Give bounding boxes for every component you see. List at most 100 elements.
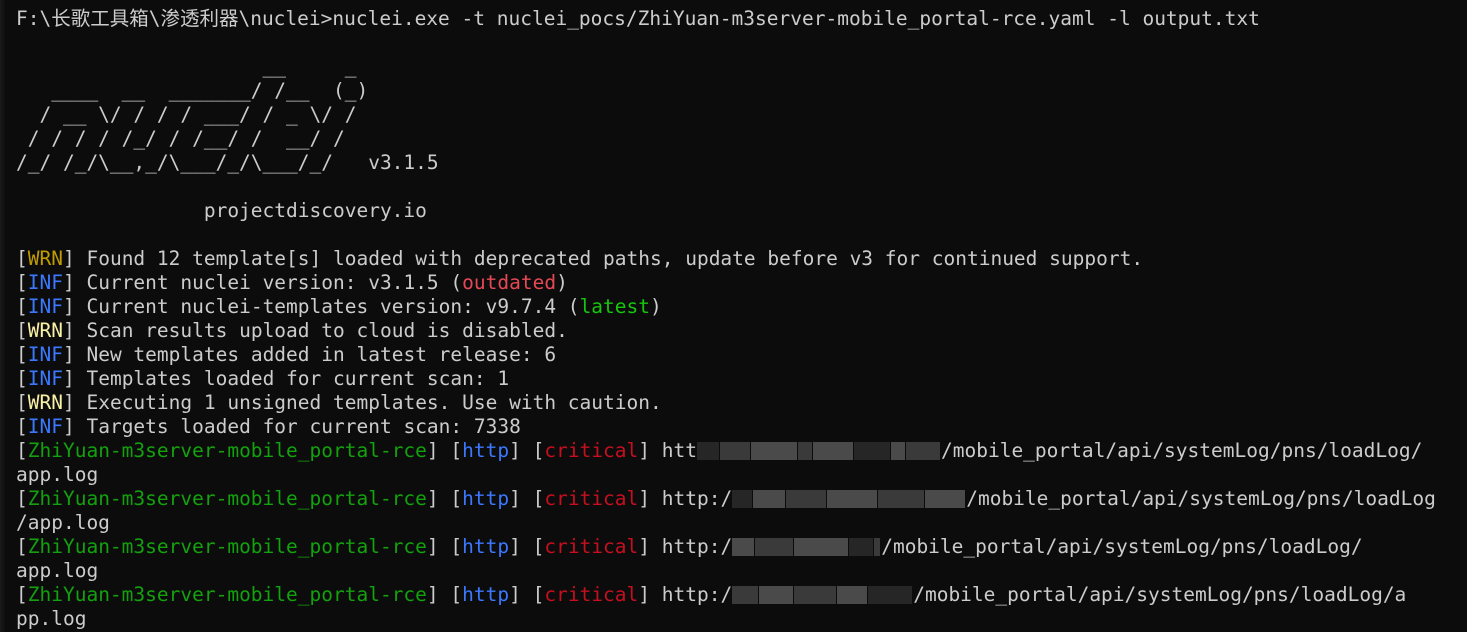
url-wrap: /app.log bbox=[16, 511, 110, 534]
result-line-wrap: app.log bbox=[16, 463, 1467, 487]
bracket-open: [ bbox=[16, 367, 28, 390]
redaction-block bbox=[849, 538, 874, 556]
log-message: New templates added in latest release: 6 bbox=[86, 343, 557, 366]
version-status-tag: outdated bbox=[462, 271, 557, 294]
log-message: Current nuclei version: v3.1.5 ( bbox=[86, 271, 463, 294]
banner-site: projectdiscovery.io bbox=[16, 199, 427, 222]
bracket-open: [ bbox=[16, 247, 28, 270]
log-suffix: ) bbox=[650, 295, 662, 318]
bracket-close: ] bbox=[62, 391, 87, 414]
log-message: Targets loaded for current scan: 7338 bbox=[86, 415, 521, 438]
bracket-open: [ bbox=[16, 535, 28, 558]
redaction-block bbox=[794, 586, 837, 604]
severity-tag: critical bbox=[544, 535, 639, 558]
result-line-wrap: pp.log bbox=[16, 607, 1467, 631]
command-line: F:\长歌工具箱\渗透利器\nuclei>nuclei.exe -t nucle… bbox=[16, 7, 1467, 31]
redaction-block bbox=[697, 442, 719, 460]
bracket: ] [ bbox=[509, 583, 545, 606]
redaction-block bbox=[906, 442, 940, 460]
redaction-block bbox=[732, 586, 759, 604]
redacted-host bbox=[732, 583, 913, 607]
bracket-close: ] bbox=[62, 247, 87, 270]
log-level: INF bbox=[27, 367, 63, 390]
log-line: [INF] New templates added in latest rele… bbox=[16, 343, 1467, 367]
bracket-open: [ bbox=[16, 487, 28, 510]
log-line: [INF] Current nuclei version: v3.1.5 (ou… bbox=[16, 271, 1467, 295]
log-message: Executing 1 unsigned templates. Use with… bbox=[86, 391, 662, 414]
bracket-open: [ bbox=[16, 343, 28, 366]
bracket-close: ] bbox=[638, 487, 662, 510]
url-wrap: app.log bbox=[16, 463, 99, 486]
background-window-edge bbox=[0, 0, 6, 632]
url-path: /mobile_portal/api/systemLog/pns/loadLog bbox=[966, 487, 1436, 510]
bracket-open: [ bbox=[16, 439, 28, 462]
url-wrap: pp.log bbox=[16, 607, 87, 630]
bracket: ] [ bbox=[426, 487, 463, 510]
template-id: ZhiYuan-m3server-mobile_portal-rce bbox=[27, 535, 427, 558]
protocol-tag: http bbox=[462, 583, 510, 606]
log-level: INF bbox=[27, 343, 63, 366]
bracket-open: [ bbox=[16, 319, 28, 342]
url-wrap: app.log bbox=[16, 559, 99, 582]
prompt: F:\长歌工具箱\渗透利器\nuclei> bbox=[16, 7, 333, 30]
bracket-close: ] bbox=[62, 343, 87, 366]
url-path: /mobile_portal/api/systemLog/pns/loadLog… bbox=[881, 535, 1363, 558]
bracket-open: [ bbox=[16, 415, 28, 438]
log-level: WRN bbox=[27, 247, 63, 270]
log-line: [WRN] Scan results upload to cloud is di… bbox=[16, 319, 1467, 343]
redacted-host bbox=[732, 535, 881, 559]
log-line: [INF] Templates loaded for current scan:… bbox=[16, 367, 1467, 391]
redaction-block bbox=[720, 442, 750, 460]
log-line: [INF] Targets loaded for current scan: 7… bbox=[16, 415, 1467, 439]
template-id: ZhiYuan-m3server-mobile_portal-rce bbox=[27, 583, 427, 606]
result-line: [ZhiYuan-m3server-mobile_portal-rce] [ht… bbox=[16, 439, 1467, 463]
redaction-block bbox=[759, 586, 794, 604]
severity-tag: critical bbox=[544, 583, 639, 606]
log-line: [INF] Current nuclei-templates version: … bbox=[16, 295, 1467, 319]
redaction-block bbox=[891, 442, 905, 460]
nuclei-banner: __ _ ____ __ _______/ /__ (_) / __ \/ / … bbox=[16, 55, 439, 174]
severity-tag: critical bbox=[544, 487, 639, 510]
log-level: WRN bbox=[27, 391, 63, 414]
bracket-close: ] bbox=[62, 319, 87, 342]
url-prefix: http:/ bbox=[661, 535, 733, 558]
bracket: ] [ bbox=[509, 487, 545, 510]
bracket-close: ] bbox=[62, 415, 87, 438]
bracket-close: ] bbox=[62, 295, 87, 318]
redaction-block bbox=[786, 490, 827, 508]
redacted-host bbox=[697, 439, 941, 463]
url-prefix: http:/ bbox=[661, 487, 733, 510]
log-level: INF bbox=[27, 271, 63, 294]
log-level: INF bbox=[27, 415, 63, 438]
bracket-close: ] bbox=[62, 367, 87, 390]
bracket: ] [ bbox=[426, 583, 463, 606]
command-text: nuclei.exe -t nuclei_pocs/ZhiYuan-m3serv… bbox=[332, 7, 1260, 30]
severity-tag: critical bbox=[544, 439, 639, 462]
redaction-block bbox=[925, 490, 966, 508]
redaction-block bbox=[755, 538, 794, 556]
url-prefix: http:/ bbox=[661, 583, 733, 606]
url-path: /mobile_portal/api/systemLog/pns/loadLog… bbox=[941, 439, 1423, 462]
bracket: ] [ bbox=[426, 535, 463, 558]
bracket-open: [ bbox=[16, 271, 28, 294]
bracket-close: ] bbox=[638, 535, 662, 558]
scan-results: [ZhiYuan-m3server-mobile_portal-rce] [ht… bbox=[16, 439, 1467, 631]
log-output: [WRN] Found 12 template[s] loaded with d… bbox=[16, 247, 1467, 439]
bracket: ] [ bbox=[509, 439, 545, 462]
log-line: [WRN] Executing 1 unsigned templates. Us… bbox=[16, 391, 1467, 415]
log-message: Found 12 template[s] loaded with depreca… bbox=[86, 247, 1144, 270]
bracket-open: [ bbox=[16, 583, 28, 606]
redaction-block bbox=[794, 538, 849, 556]
template-id: ZhiYuan-m3server-mobile_portal-rce bbox=[27, 487, 427, 510]
protocol-tag: http bbox=[462, 535, 510, 558]
redaction-block bbox=[827, 490, 878, 508]
url-path: /mobile_portal/api/systemLog/pns/loadLog… bbox=[913, 583, 1407, 606]
result-line-wrap: app.log bbox=[16, 559, 1467, 583]
terminal-window[interactable]: F:\长歌工具箱\渗透利器\nuclei>nuclei.exe -t nucle… bbox=[0, 0, 1467, 632]
result-line: [ZhiYuan-m3server-mobile_portal-rce] [ht… bbox=[16, 487, 1467, 511]
log-level: WRN bbox=[27, 319, 63, 342]
log-message: Current nuclei-templates version: v9.7.4… bbox=[86, 295, 580, 318]
